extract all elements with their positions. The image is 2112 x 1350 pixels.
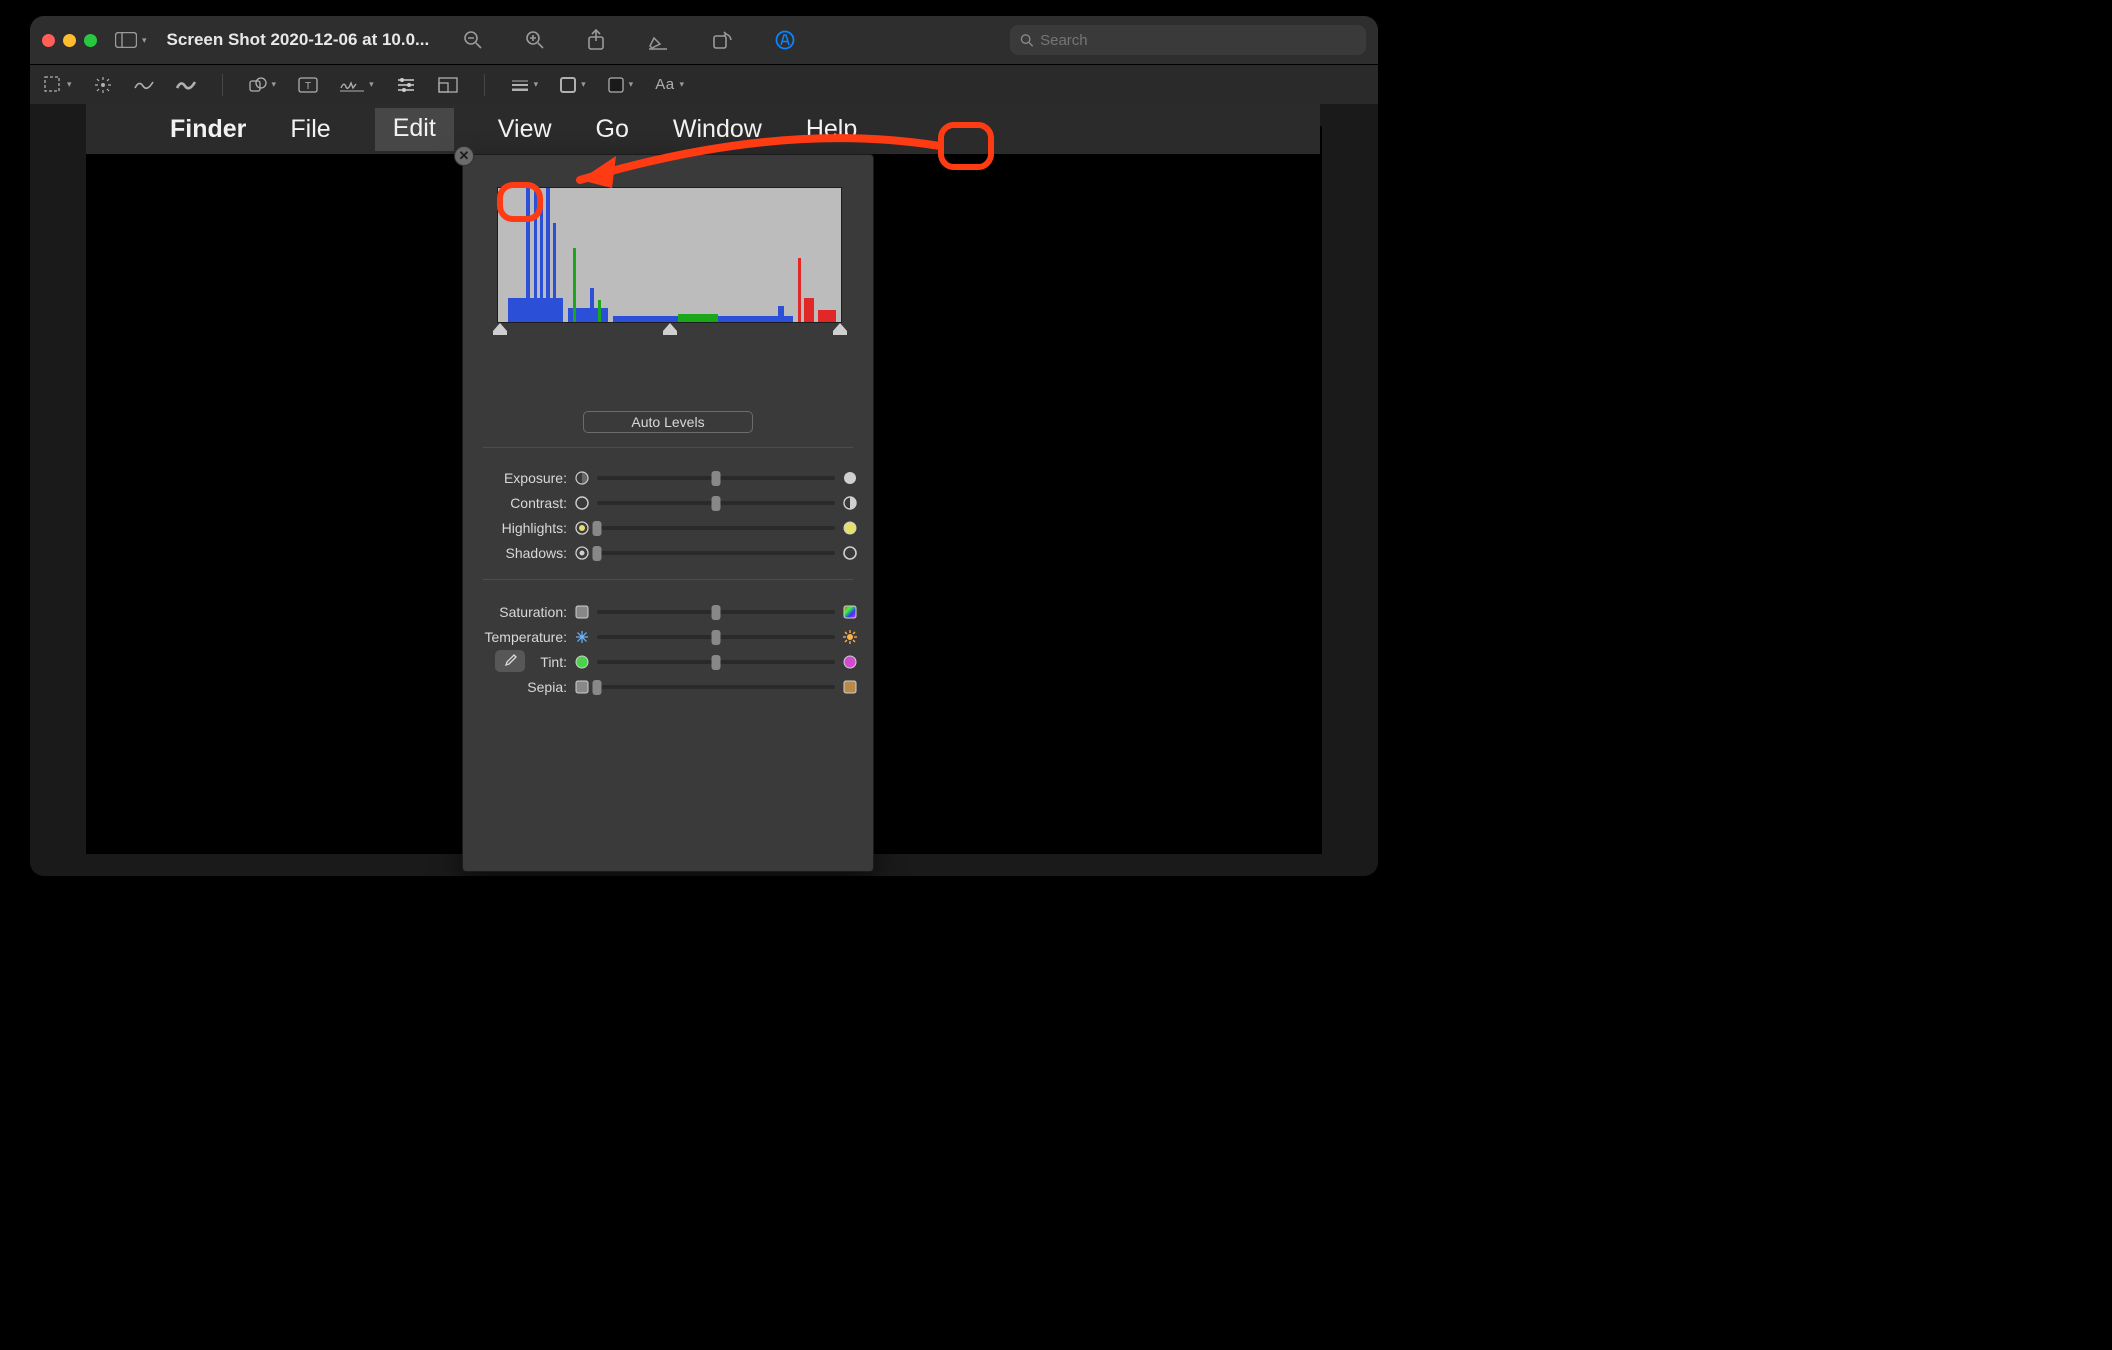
adjust-color-button[interactable] — [396, 77, 416, 93]
sign-button[interactable]: ▾ — [340, 78, 374, 92]
fullscreen-window-button[interactable] — [84, 34, 97, 47]
preview-window: ▾ Screen Shot 2020-12-06 at 10.0... ▾ ▾ … — [30, 16, 1378, 876]
contrast-label: Contrast: — [463, 495, 573, 511]
temperature-slider[interactable]: Temperature: — [463, 624, 873, 649]
titlebar-tools — [463, 29, 795, 51]
highlights-low-icon — [573, 519, 591, 537]
traffic-lights — [42, 34, 97, 47]
exposure-high-icon — [841, 469, 859, 487]
menubar-app-name: Finder — [170, 115, 246, 144]
exposure-low-icon — [573, 469, 591, 487]
search-icon — [1020, 33, 1034, 48]
highlights-label: Highlights: — [463, 520, 573, 536]
selection-tool-button[interactable]: ▾ — [44, 76, 72, 94]
saturation-low-icon — [573, 603, 591, 621]
text-button[interactable]: T — [298, 77, 318, 93]
highlights-high-icon — [841, 519, 859, 537]
shadows-slider[interactable]: Shadows: — [463, 540, 873, 565]
eyedropper-button[interactable] — [495, 650, 525, 672]
close-window-button[interactable] — [42, 34, 55, 47]
menu-help: Help — [806, 115, 857, 144]
font-style-button[interactable]: Aa▾ — [655, 76, 684, 93]
contrast-slider[interactable]: Contrast: — [463, 490, 873, 515]
sepia-label: Sepia: — [463, 679, 573, 695]
sidebar-toggle-button[interactable]: ▾ — [115, 32, 147, 48]
screenshot-menubar: Finder File Edit View Go Window Help — [86, 104, 1320, 154]
markup-toolbar: ▾ ▾ T ▾ ▾ ▾ ▾ Aa▾ — [30, 64, 1378, 104]
search-field[interactable] — [1010, 25, 1366, 55]
shapes-button[interactable]: ▾ — [249, 77, 277, 93]
histogram — [497, 187, 842, 323]
sepia-slider[interactable]: Sepia: — [463, 674, 873, 699]
auto-levels-button[interactable]: Auto Levels — [583, 411, 753, 433]
saturation-slider[interactable]: Saturation: — [463, 599, 873, 624]
menu-edit: Edit — [375, 108, 454, 151]
rotate-button[interactable] — [711, 30, 733, 50]
instant-alpha-button[interactable] — [94, 76, 112, 94]
slider-group-tone: Exposure: Contrast: Highlights: — [463, 465, 873, 565]
zoom-out-button[interactable] — [463, 30, 483, 50]
histogram-handles — [493, 323, 847, 337]
shadows-low-icon — [573, 544, 591, 562]
contrast-low-icon — [573, 494, 591, 512]
temperature-warm-icon — [841, 628, 859, 646]
temperature-cold-icon — [573, 628, 591, 646]
white-point-handle[interactable] — [833, 323, 847, 337]
tint-magenta-icon — [841, 653, 859, 671]
sepia-high-icon — [841, 678, 859, 696]
menu-view: View — [498, 115, 552, 144]
line-style-button[interactable]: ▾ — [511, 79, 539, 91]
draw-button[interactable] — [176, 78, 196, 92]
fill-color-button[interactable]: ▾ — [608, 77, 634, 93]
menu-go: Go — [596, 115, 629, 144]
border-color-button[interactable]: ▾ — [560, 77, 586, 93]
shadows-label: Shadows: — [463, 545, 573, 561]
font-label: Aa — [655, 76, 674, 93]
adjust-size-button[interactable] — [438, 77, 458, 93]
content-area: Finder File Edit View Go Window Help ✕ — [30, 104, 1378, 876]
highlights-slider[interactable]: Highlights: — [463, 515, 873, 540]
chevron-down-icon: ▾ — [142, 35, 147, 46]
window-title: Screen Shot 2020-12-06 at 10.0... — [167, 30, 430, 50]
minimize-window-button[interactable] — [63, 34, 76, 47]
menu-file: File — [290, 115, 330, 144]
mid-point-handle[interactable] — [663, 323, 677, 337]
markup-button[interactable] — [775, 30, 795, 50]
menu-window: Window — [673, 115, 762, 144]
search-input[interactable] — [1040, 32, 1356, 49]
exposure-label: Exposure: — [463, 470, 573, 486]
contrast-high-icon — [841, 494, 859, 512]
svg-text:T: T — [305, 81, 311, 92]
share-button[interactable] — [587, 29, 605, 51]
black-point-handle[interactable] — [493, 323, 507, 337]
shadows-high-icon — [841, 544, 859, 562]
slider-group-color: Saturation: Temperature: Tint: — [463, 599, 873, 699]
exposure-slider[interactable]: Exposure: — [463, 465, 873, 490]
saturation-high-icon — [841, 603, 859, 621]
saturation-label: Saturation: — [463, 604, 573, 620]
sketch-button[interactable] — [134, 78, 154, 92]
tint-green-icon — [573, 653, 591, 671]
titlebar: ▾ Screen Shot 2020-12-06 at 10.0... — [30, 16, 1378, 64]
panel-close-button[interactable]: ✕ — [454, 146, 474, 166]
temperature-label: Temperature: — [463, 629, 573, 645]
tint-slider[interactable]: Tint: — [463, 649, 873, 674]
highlight-button[interactable] — [647, 30, 669, 50]
adjust-color-panel[interactable]: ✕ — [462, 154, 874, 872]
zoom-in-button[interactable] — [525, 30, 545, 50]
sepia-low-icon — [573, 678, 591, 696]
